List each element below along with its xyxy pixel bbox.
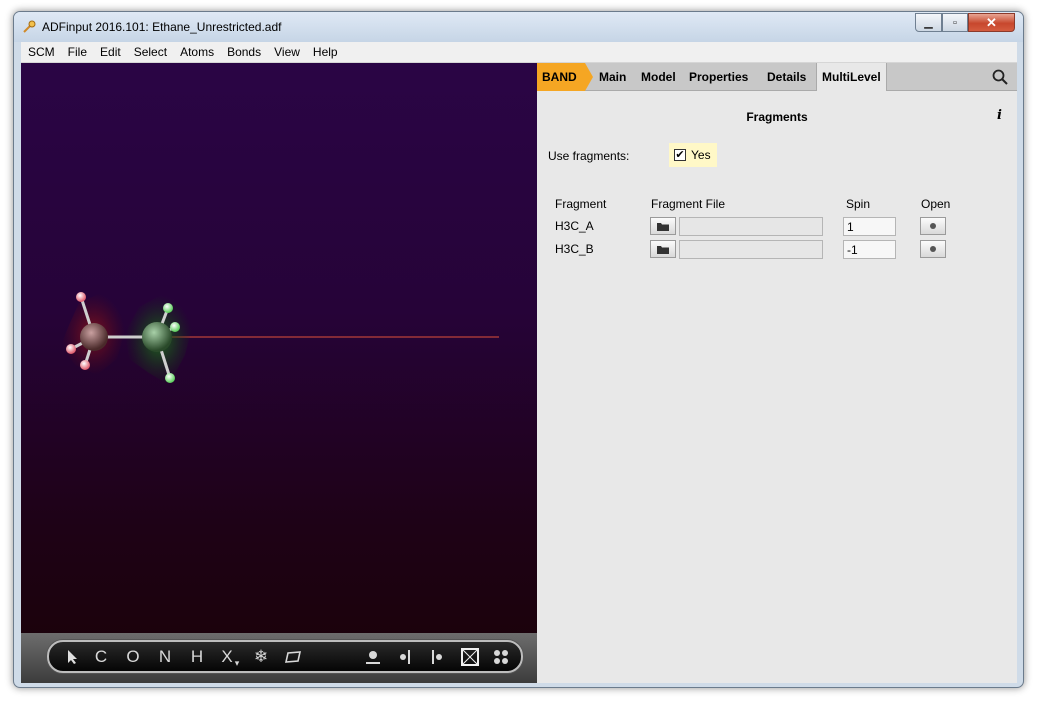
fragment-row: H3C_A 1 <box>537 216 1017 236</box>
fragment-name: H3C_B <box>555 242 594 256</box>
header-fragment-file: Fragment File <box>651 197 726 211</box>
carbon-atom-b[interactable] <box>142 322 172 352</box>
hydrogen-atom[interactable] <box>170 322 180 332</box>
menu-select[interactable]: Select <box>134 45 167 59</box>
element-picker-dropdown-icon[interactable]: ▾ <box>233 652 241 674</box>
search-icon[interactable] <box>992 69 1008 85</box>
open-button[interactable] <box>920 217 946 235</box>
browse-file-button[interactable] <box>650 217 676 235</box>
browse-file-button[interactable] <box>650 240 676 258</box>
tab-model[interactable]: Model <box>641 63 676 91</box>
fragment-file-field[interactable] <box>679 240 823 259</box>
app-icon <box>23 20 36 33</box>
folder-icon <box>657 222 669 231</box>
drawing-toolbar: C O N H X ▾ ❄ <box>47 640 523 673</box>
folder-icon <box>657 245 669 254</box>
title-bar[interactable]: ADFinput 2016.101: Ethane_Unrestricted.a… <box>14 12 1023 42</box>
hydrogen-atom[interactable] <box>163 303 173 313</box>
carbon-atom-a[interactable] <box>80 323 108 351</box>
snowflake-icon[interactable]: ❄ <box>251 646 271 668</box>
minimize-icon: ▁ <box>924 17 933 29</box>
fragment-file-field[interactable] <box>679 217 823 236</box>
bond-left-icon[interactable] <box>395 646 415 668</box>
close-icon: ✕ <box>986 14 997 30</box>
oxygen-tool[interactable]: O <box>125 646 141 668</box>
fragment-name: H3C_A <box>555 219 594 233</box>
tab-properties[interactable]: Properties <box>689 63 748 91</box>
select-arrow-icon[interactable] <box>63 646 83 668</box>
menu-help[interactable]: Help <box>313 45 338 59</box>
tab-multilevel[interactable]: MultiLevel <box>816 63 887 91</box>
frame-icon[interactable] <box>459 646 481 668</box>
molecule-viewport[interactable]: C O N H X ▾ ❄ <box>21 63 537 683</box>
menu-bar: SCM File Edit Select Atoms Bonds View He… <box>21 42 1017 63</box>
settings-panel: BAND Main Model Properties Details Multi… <box>537 63 1017 683</box>
tab-band[interactable]: BAND <box>537 63 593 91</box>
menu-scm[interactable]: SCM <box>28 45 55 59</box>
fragment-row: H3C_B -1 <box>537 239 1017 259</box>
use-fragments-checkbox[interactable]: ✔ Yes <box>669 143 717 167</box>
tab-main[interactable]: Main <box>599 63 626 91</box>
checkbox-checked-icon[interactable]: ✔ <box>674 149 686 161</box>
hydrogen-atom[interactable] <box>66 344 76 354</box>
header-spin: Spin <box>846 197 871 211</box>
hydrogen-tool[interactable]: H <box>189 646 205 668</box>
header-fragment: Fragment <box>555 197 607 211</box>
dot-icon <box>930 246 936 252</box>
carbon-tool[interactable]: C <box>93 646 109 668</box>
maximize-icon: ▫ <box>953 16 957 29</box>
molecule-view[interactable] <box>21 63 537 633</box>
info-icon[interactable]: i <box>997 108 1002 123</box>
menu-edit[interactable]: Edit <box>100 45 121 59</box>
tab-details[interactable]: Details <box>767 63 806 91</box>
bond-right-icon[interactable] <box>427 646 447 668</box>
hydrogen-atom[interactable] <box>165 373 175 383</box>
spin-field[interactable]: 1 <box>843 217 896 236</box>
menu-view[interactable]: View <box>274 45 300 59</box>
group-icon[interactable] <box>491 646 511 668</box>
atom-icon[interactable] <box>363 646 383 668</box>
minimize-button[interactable]: ▁ <box>915 13 942 32</box>
plane-icon[interactable] <box>283 646 303 668</box>
close-button[interactable]: ✕ <box>968 13 1015 32</box>
open-button[interactable] <box>920 240 946 258</box>
app-window: ADFinput 2016.101: Ethane_Unrestricted.a… <box>13 11 1024 688</box>
hydrogen-atom[interactable] <box>80 360 90 370</box>
menu-file[interactable]: File <box>68 45 87 59</box>
spin-field[interactable]: -1 <box>843 240 896 259</box>
dot-icon <box>930 223 936 229</box>
maximize-button[interactable]: ▫ <box>942 13 968 32</box>
hydrogen-atom[interactable] <box>76 292 86 302</box>
use-fragments-label: Use fragments: <box>548 149 630 163</box>
nitrogen-tool[interactable]: N <box>157 646 173 668</box>
window-title: ADFinput 2016.101: Ethane_Unrestricted.a… <box>42 20 282 34</box>
tab-bar: BAND Main Model Properties Details Multi… <box>537 63 1017 91</box>
panel-title: Fragments <box>746 110 808 124</box>
menu-atoms[interactable]: Atoms <box>180 45 214 59</box>
header-open: Open <box>921 197 951 211</box>
use-fragments-value: Yes <box>691 148 711 162</box>
menu-bonds[interactable]: Bonds <box>227 45 261 59</box>
